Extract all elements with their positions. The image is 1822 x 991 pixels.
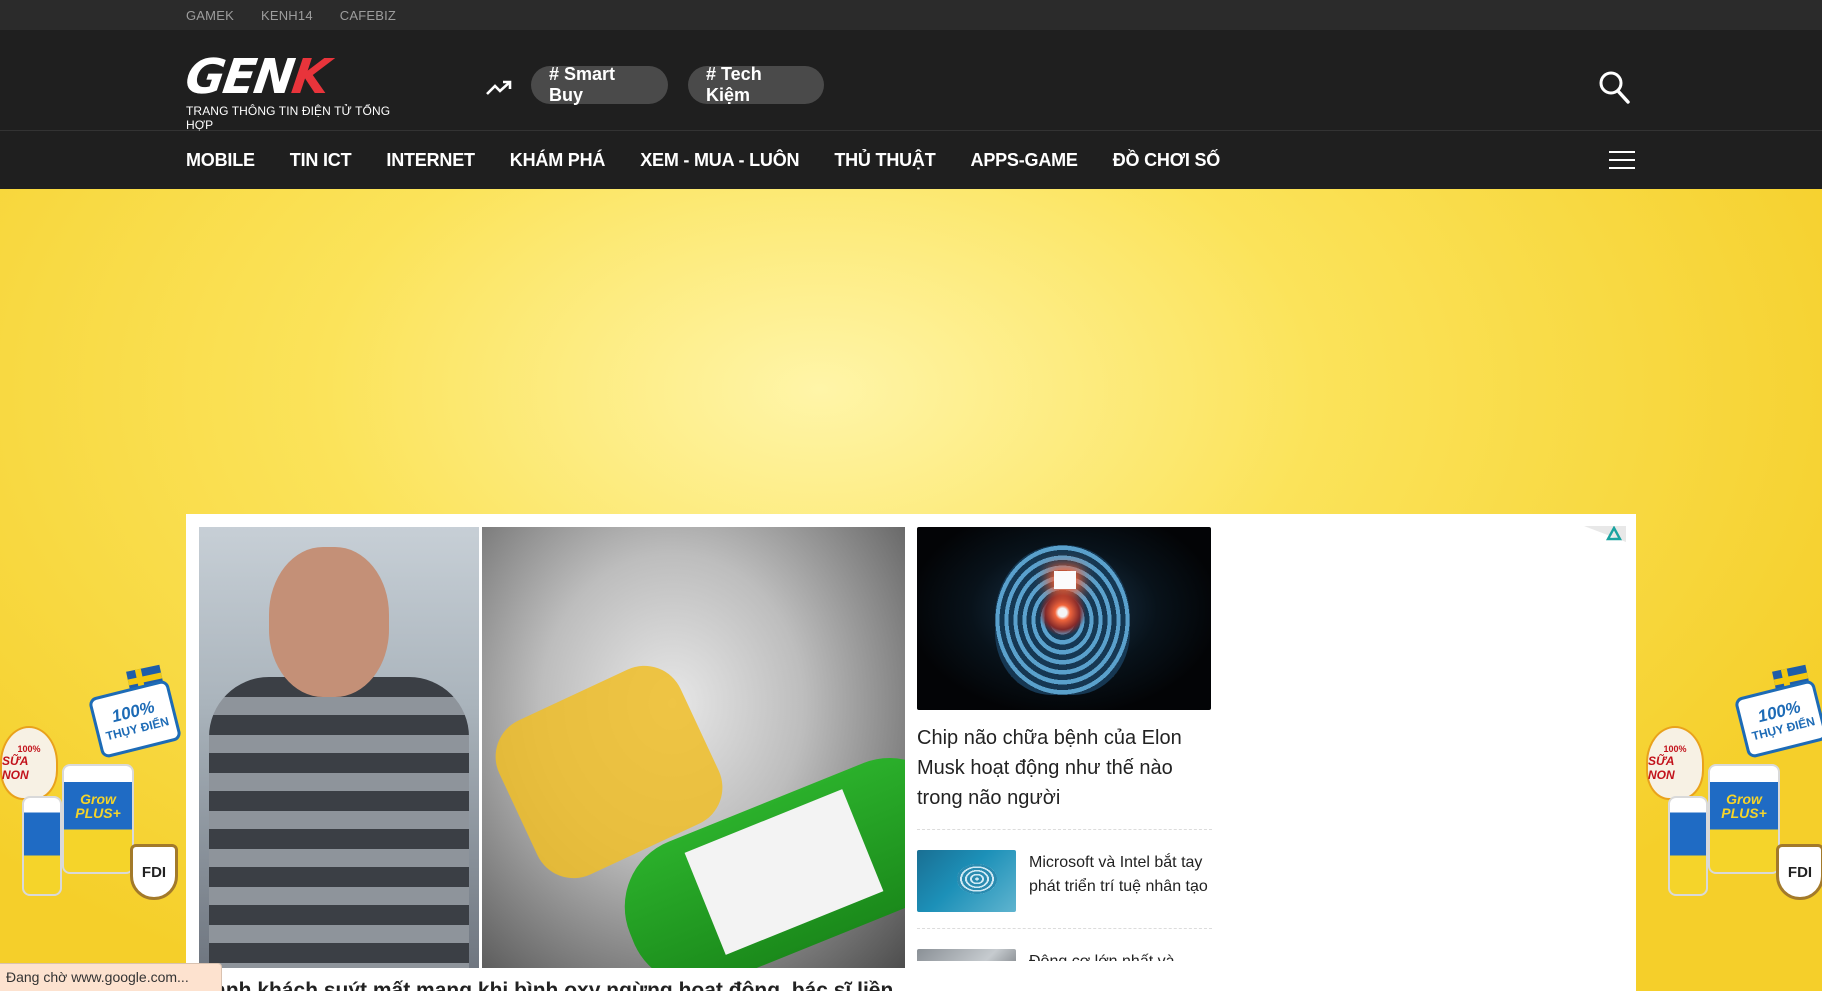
list-item[interactable]: Microsoft và Intel bắt tay phát triển tr… (917, 850, 1212, 912)
side-main-thumbnail[interactable] (917, 527, 1211, 710)
tag-tech-kiem[interactable]: # Tech Kiệm (688, 64, 824, 105)
sweden-badge: 100% THỤY ĐIỂN (1733, 679, 1822, 759)
side-ad-left[interactable]: 100% SỮA NON 100% THỤY ĐIỂN Grow PLUS+ F… (0, 660, 190, 910)
list-item-thumbnail[interactable] (917, 850, 1016, 912)
hero-article-title[interactable]: Hành khách suýt mất mạng khi bình oxy ng… (199, 980, 905, 991)
list-item-title[interactable]: Microsoft và Intel bắt tay phát triển tr… (1029, 851, 1212, 912)
side-main-title[interactable]: Chip não chữa bệnh của Elon Musk hoạt độ… (917, 723, 1212, 813)
colostrum-badge: 100% SỮA NON (0, 726, 58, 800)
hero-article-image[interactable] (199, 527, 905, 968)
nav-item-mobile[interactable]: MOBILE (186, 150, 255, 171)
trending-up-icon[interactable] (485, 76, 513, 100)
main-nav: MOBILE TIN ICT INTERNET KHÁM PHÁ XEM - M… (0, 131, 1822, 189)
tag-smart-buy[interactable]: # Smart Buy (531, 64, 668, 105)
network-links: GAMEK KENH14 CAFEBIZ (186, 0, 396, 30)
product-can-small (22, 796, 62, 896)
product-can: Grow PLUS+ (62, 764, 134, 874)
fdi-badge: FDI (1776, 844, 1822, 900)
adchoices-icon[interactable] (1584, 526, 1626, 542)
featured-news-panel: Hành khách suýt mất mạng khi bình oxy ng… (186, 514, 1636, 991)
product-can-small (1668, 796, 1708, 896)
list-item[interactable]: Động cơ lớn nhất và (917, 949, 1212, 961)
logo-tagline: TRANG THÔNG TIN ĐIỆN TỬ TỔNG HỢP (186, 104, 391, 132)
list-item-title[interactable]: Động cơ lớn nhất và (1029, 950, 1175, 961)
site-logo[interactable]: GENK TRANG THÔNG TIN ĐIỆN TỬ TỔNG HỢP (182, 49, 416, 132)
network-link-kenh14[interactable]: KENH14 (261, 8, 313, 23)
logo-wordmark: GENK (182, 49, 332, 105)
site-header: GENK TRANG THÔNG TIN ĐIỆN TỬ TỔNG HỢP # … (0, 30, 1822, 132)
product-can: Grow PLUS+ (1708, 764, 1780, 874)
colostrum-badge: 100% SỮA NON (1646, 726, 1704, 800)
nav-item-do-choi-so[interactable]: ĐỒ CHƠI SỐ (1113, 150, 1221, 171)
sweden-badge: 100% THỤY ĐIỂN (87, 679, 183, 759)
nav-item-thu-thuat[interactable]: THỦ THUẬT (834, 150, 935, 171)
browser-status-bar: Đang chờ www.google.com... (0, 963, 222, 991)
fdi-badge: FDI (130, 844, 178, 900)
side-news-column: Chip não chữa bệnh của Elon Musk hoạt độ… (917, 527, 1212, 961)
search-icon[interactable] (1598, 70, 1630, 104)
nav-item-apps-game[interactable]: APPS-GAME (971, 150, 1078, 171)
divider (917, 928, 1212, 929)
divider (917, 829, 1212, 830)
network-bar: GAMEK KENH14 CAFEBIZ (0, 0, 1822, 30)
nav-item-xem-mua-luon[interactable]: XEM - MUA - LUÔN (640, 150, 799, 171)
nav-item-kham-pha[interactable]: KHÁM PHÁ (510, 150, 606, 171)
nav-item-internet[interactable]: INTERNET (386, 150, 475, 171)
hamburger-menu-icon[interactable] (1609, 151, 1635, 171)
list-item-thumbnail[interactable] (917, 949, 1016, 961)
network-link-cafebiz[interactable]: CAFEBIZ (340, 8, 396, 23)
network-link-gamek[interactable]: GAMEK (186, 8, 234, 23)
nav-item-tin-ict[interactable]: TIN ICT (290, 150, 352, 171)
side-ad-right[interactable]: 100% SỮA NON 100% THỤY ĐIỂN Grow PLUS+ F… (1646, 660, 1822, 910)
